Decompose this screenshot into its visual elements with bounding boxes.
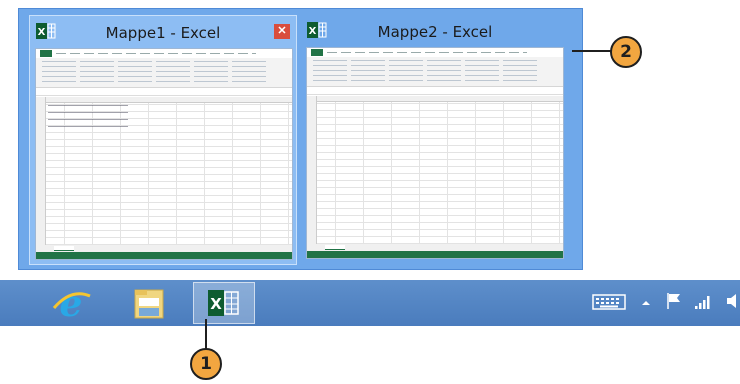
ribbon-tabs (307, 48, 563, 57)
taskbar-thumbnail-popup: X Mappe1 - Excel ✕ X Mappe2 - Excel (18, 8, 583, 270)
excel-icon: X (208, 290, 239, 316)
action-center-flag-icon[interactable] (666, 292, 682, 310)
row-headers (36, 97, 46, 247)
thumbnail-header: X Mappe1 - Excel ✕ (30, 16, 296, 48)
svg-text:X: X (210, 295, 222, 313)
show-hidden-icons-icon[interactable] (640, 297, 652, 309)
desktop: X Mappe1 - Excel ✕ X Mappe2 - Excel 2 e … (0, 0, 740, 384)
formula-bar (307, 88, 563, 95)
sheet-tabs (36, 245, 292, 252)
taskbar-button-internet-explorer[interactable]: e (40, 282, 102, 325)
window-preview (35, 48, 293, 260)
column-headers (36, 97, 292, 103)
status-bar (307, 251, 563, 258)
callout-1-leader-line (205, 319, 207, 349)
worksheet-grid (307, 96, 563, 246)
cell-data (48, 105, 128, 129)
ribbon-tabs (36, 49, 292, 58)
svg-text:e: e (60, 283, 83, 324)
file-explorer-icon (134, 289, 164, 319)
thumbnail-title: Mappe1 - Excel (105, 24, 221, 42)
callout-1: 1 (190, 348, 222, 380)
volume-icon[interactable] (726, 292, 740, 310)
thumbnail-title: Mappe2 - Excel (377, 23, 493, 41)
keyboard-icon[interactable] (592, 294, 626, 310)
ribbon (307, 57, 563, 87)
sheet-tabs (307, 244, 563, 251)
status-bar (36, 252, 292, 259)
formula-bar (36, 89, 292, 96)
ribbon (36, 58, 292, 88)
thumbnail-header: X Mappe2 - Excel (301, 15, 569, 47)
window-preview (306, 47, 564, 259)
thumbnail-mappe2[interactable]: X Mappe2 - Excel (301, 15, 569, 265)
row-headers (307, 96, 317, 246)
taskbar: e X (0, 280, 740, 326)
taskbar-button-excel[interactable]: X (193, 282, 255, 324)
column-headers (307, 96, 563, 102)
internet-explorer-icon: e (52, 283, 91, 325)
callout-2: 2 (610, 36, 642, 68)
thumbnail-mappe1[interactable]: X Mappe1 - Excel ✕ (29, 15, 297, 265)
network-signal-icon[interactable] (694, 294, 712, 310)
callout-2-leader-line (572, 50, 612, 52)
close-icon[interactable]: ✕ (274, 24, 290, 39)
taskbar-button-file-explorer[interactable] (118, 282, 180, 324)
